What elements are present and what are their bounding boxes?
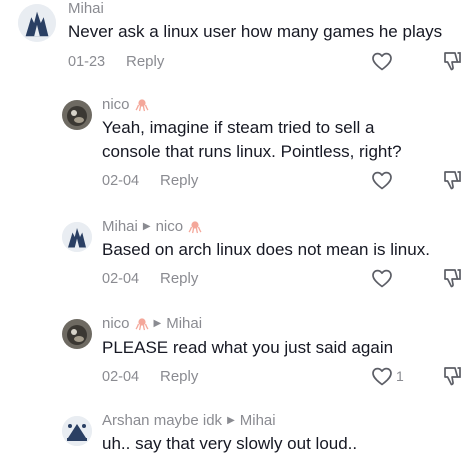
- comment-thread: Mihai Never ask a linux user how many ga…: [0, 0, 474, 456]
- avatar[interactable]: [62, 416, 92, 446]
- author-name[interactable]: nico: [102, 315, 130, 332]
- dislike-button[interactable]: [440, 364, 464, 388]
- comment-meta: 02-04 Reply: [102, 368, 198, 385]
- reply-button[interactable]: Reply: [160, 270, 198, 287]
- comment-date: 02-04: [102, 270, 140, 287]
- avatar[interactable]: [18, 4, 56, 42]
- reply-arrow-icon: ▶: [153, 318, 162, 329]
- like-button[interactable]: [370, 266, 394, 290]
- comment-actions: [370, 168, 464, 192]
- reply-to-name[interactable]: Mihai: [240, 412, 276, 429]
- octopus-icon: [135, 317, 149, 330]
- avatar[interactable]: [62, 222, 92, 252]
- comment-date: 02-04: [102, 368, 140, 385]
- comment-author-line: Mihai: [68, 0, 104, 17]
- comment-meta: 02-04 Reply: [102, 172, 198, 189]
- thumbs-down-icon: [444, 52, 461, 71]
- reply-button[interactable]: Reply: [160, 368, 198, 385]
- comment-author-line: nico: [102, 96, 149, 113]
- avatar[interactable]: [62, 319, 92, 349]
- reply-button[interactable]: Reply: [160, 172, 198, 189]
- comment-meta: 01-23 Reply: [68, 53, 164, 70]
- comment-meta: 02-04 Reply: [102, 270, 198, 287]
- wolf-icon: [62, 222, 92, 252]
- comment-date: 02-04: [102, 172, 140, 189]
- like-button[interactable]: [370, 49, 394, 73]
- like-count: 1: [396, 368, 404, 384]
- comment-text: Based on arch linux does not mean is lin…: [102, 240, 430, 259]
- comment-actions: 1: [370, 364, 464, 388]
- reply-arrow-icon: ▶: [142, 221, 151, 232]
- heart-wrap: [370, 364, 394, 388]
- thumbs-down-icon: [444, 269, 461, 288]
- comment-text: Never ask a linux user how many games he…: [68, 22, 443, 41]
- comment-text: PLEASE read what you just said again: [102, 338, 394, 357]
- comment-author-line: Mihai ▶ nico: [102, 218, 202, 235]
- cat-photo-icon: [62, 319, 92, 349]
- heart-icon: [372, 269, 392, 288]
- comment-author-line: Arshan maybe idk ▶ Mihai: [102, 412, 276, 429]
- octopus-icon: [135, 98, 149, 111]
- comment-date: 01-23: [68, 53, 106, 70]
- reply-button[interactable]: Reply: [126, 53, 164, 70]
- cat-photo-icon: [62, 100, 92, 130]
- comment-text: uh.. say that very slowly out loud..: [102, 434, 358, 453]
- thumbs-down-icon: [444, 171, 461, 190]
- dislike-button[interactable]: [440, 49, 464, 73]
- heart-icon: [372, 171, 392, 190]
- author-name[interactable]: Arshan maybe idk: [102, 412, 222, 429]
- like-button[interactable]: [370, 168, 394, 192]
- thumbs-down-icon: [443, 367, 461, 386]
- comment-text: Yeah, imagine if steam tried to sell a c…: [102, 118, 402, 161]
- reply-to-name[interactable]: Mihai: [166, 315, 202, 332]
- comment-actions: [370, 266, 464, 290]
- author-name[interactable]: Mihai: [102, 218, 138, 235]
- wolf-icon: [18, 4, 56, 42]
- like-button[interactable]: 1: [370, 364, 404, 388]
- dislike-button[interactable]: [440, 168, 464, 192]
- landmark-icon: [62, 416, 92, 446]
- comment-author-line: nico ▶ Mihai: [102, 315, 202, 332]
- comment-actions: [370, 49, 464, 73]
- heart-icon: [372, 52, 392, 71]
- reply-arrow-icon: ▶: [227, 415, 235, 426]
- octopus-icon: [188, 220, 202, 233]
- avatar[interactable]: [62, 100, 92, 130]
- author-name[interactable]: nico: [102, 96, 130, 113]
- author-name[interactable]: Mihai: [68, 0, 104, 17]
- dislike-button[interactable]: [440, 266, 464, 290]
- reply-to-name[interactable]: nico: [156, 218, 184, 235]
- heart-icon: [372, 367, 392, 386]
